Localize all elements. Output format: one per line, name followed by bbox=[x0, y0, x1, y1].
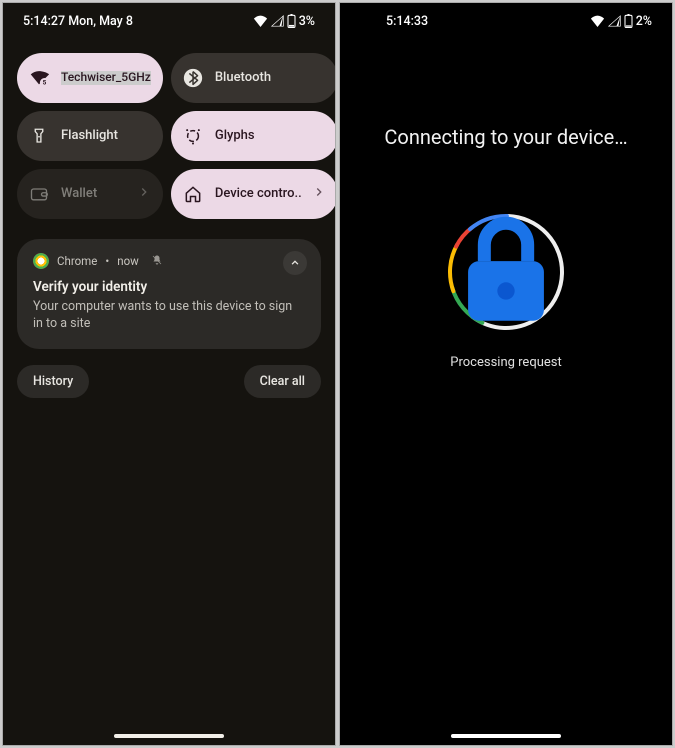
signal-icon bbox=[608, 15, 621, 27]
notif-body: Your computer wants to use this device t… bbox=[33, 299, 305, 333]
wifi-label: Techwiser_5GHz bbox=[61, 71, 151, 85]
chrome-icon bbox=[33, 253, 49, 269]
bluetooth-label: Bluetooth bbox=[215, 71, 326, 86]
home-icon bbox=[181, 182, 205, 206]
progress-spinner bbox=[441, 207, 571, 337]
wifi-tile[interactable]: 5 Techwiser_5GHz bbox=[17, 53, 163, 103]
wallet-icon bbox=[27, 182, 51, 206]
notif-actions: History Clear all bbox=[3, 359, 335, 398]
battery-icon bbox=[287, 14, 296, 28]
nav-handle[interactable] bbox=[114, 734, 224, 738]
wifi-icon: 5 bbox=[27, 66, 51, 90]
glyphs-icon bbox=[181, 124, 205, 148]
bluetooth-icon bbox=[181, 66, 205, 90]
wifi-icon bbox=[590, 15, 605, 27]
status-time: 5:14:33 bbox=[386, 14, 428, 29]
glyphs-label: Glyphs bbox=[215, 129, 326, 144]
chevron-right-icon bbox=[137, 185, 151, 203]
notif-time: now bbox=[117, 254, 139, 268]
signal-icon bbox=[271, 15, 284, 27]
device-controls-label: Device contro.. bbox=[215, 187, 302, 202]
statusbar-right: 5:14:33 2% bbox=[340, 3, 672, 39]
connecting-title: Connecting to your device… bbox=[340, 125, 672, 149]
chevron-right-icon bbox=[312, 185, 326, 203]
status-battery-pct: 2% bbox=[636, 14, 652, 29]
wallet-label: Wallet bbox=[61, 187, 127, 202]
flashlight-icon bbox=[27, 124, 51, 148]
flashlight-tile[interactable]: Flashlight bbox=[17, 111, 163, 161]
collapse-button[interactable] bbox=[283, 251, 307, 275]
svg-text:5: 5 bbox=[43, 79, 47, 87]
processing-text: Processing request bbox=[450, 355, 561, 370]
history-button[interactable]: History bbox=[17, 365, 89, 398]
device-controls-tile[interactable]: Device contro.. bbox=[171, 169, 336, 219]
bluetooth-tile[interactable]: Bluetooth bbox=[171, 53, 336, 103]
phone-left: 5:14:27 Mon, May 8 3% 5 Techwi bbox=[2, 2, 336, 746]
battery-icon bbox=[624, 14, 633, 28]
nav-handle[interactable] bbox=[451, 734, 561, 738]
status-battery-pct: 3% bbox=[299, 14, 315, 29]
statusbar-left: 5:14:27 Mon, May 8 3% bbox=[3, 3, 335, 39]
flashlight-label: Flashlight bbox=[61, 129, 151, 144]
bell-icon bbox=[151, 254, 163, 269]
wifi-icon bbox=[253, 15, 268, 27]
quick-tiles: 5 Techwiser_5GHz Bluetooth Flashlight bbox=[3, 39, 335, 233]
status-time-date: 5:14:27 Mon, May 8 bbox=[23, 14, 133, 29]
phone-right: 5:14:33 2% Connecting to your device… bbox=[339, 2, 673, 746]
notif-title: Verify your identity bbox=[33, 279, 305, 295]
clear-all-button[interactable]: Clear all bbox=[244, 365, 321, 398]
notification-card[interactable]: Chrome • now Verify your identity Your c… bbox=[17, 239, 321, 349]
wallet-tile[interactable]: Wallet bbox=[17, 169, 163, 219]
notif-app: Chrome bbox=[57, 254, 97, 268]
glyphs-tile[interactable]: Glyphs bbox=[171, 111, 336, 161]
lock-icon bbox=[441, 207, 571, 337]
